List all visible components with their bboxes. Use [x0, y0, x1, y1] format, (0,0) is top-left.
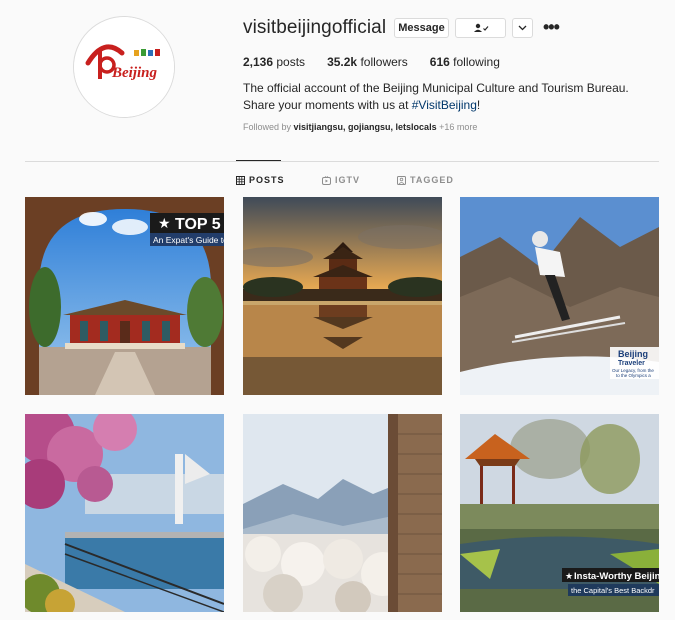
post-overlay-title: Beijing	[618, 349, 648, 359]
beijing-logo: Beijing	[74, 17, 174, 117]
post-image-skier: Beijing Traveler Our Legacy, from the to…	[460, 197, 659, 395]
followed-by-more: +16 more	[439, 122, 478, 132]
post-tile[interactable]	[243, 197, 442, 395]
following-stat[interactable]: 616 following	[430, 55, 500, 69]
bio-line-1: The official account of the Beijing Muni…	[243, 81, 629, 95]
followers-count: 35.2k	[327, 55, 358, 69]
post-overlay-subtitle: the Capital's Best Backdr	[571, 586, 655, 595]
post-image-blossoms-canal	[25, 414, 224, 612]
star-icon: ★	[565, 571, 573, 581]
tabs-divider	[25, 161, 659, 162]
following-label: following	[453, 55, 500, 69]
post-tile[interactable]	[243, 414, 442, 612]
tab-tagged[interactable]: TAGGED	[397, 175, 454, 185]
post-tile[interactable]: ★ TOP 5 An Expat's Guide to	[25, 197, 224, 395]
message-button[interactable]: Message	[394, 18, 449, 38]
post-image-great-wall	[243, 414, 442, 612]
star-icon: ★	[158, 215, 171, 231]
post-tile[interactable]: ★ Insta-Worthy Beijin the Capital's Best…	[460, 414, 659, 612]
profile-username: visitbeijingofficial	[243, 17, 387, 38]
bio-line-2-suffix: !	[476, 98, 481, 112]
posts-stat: 2,136 posts	[243, 55, 305, 69]
igtv-icon	[322, 175, 331, 185]
following-button[interactable]	[455, 18, 506, 38]
bio-line-2-prefix: Share your moments with us at	[243, 98, 412, 112]
post-image-temple-arch: ★ TOP 5 An Expat's Guide to	[25, 197, 224, 395]
active-tab-indicator	[236, 160, 281, 161]
following-count: 616	[429, 55, 450, 69]
tab-posts-label: POSTS	[249, 175, 285, 185]
more-options-icon[interactable]: •••	[543, 18, 560, 36]
post-tile[interactable]: Beijing Traveler Our Legacy, from the to…	[460, 197, 659, 395]
post-overlay-caption-2: to the Olympics a	[616, 373, 651, 378]
bio-line-2: Share your moments with us at #VisitBeij…	[243, 97, 643, 114]
tab-posts[interactable]: POSTS	[236, 175, 285, 185]
hashtag-link[interactable]: #VisitBeijing	[412, 98, 477, 112]
profile-bio: The official account of the Beijing Muni…	[243, 80, 643, 114]
logo-wordmark: Beijing	[111, 65, 158, 81]
post-image-corner-tower-sunset	[243, 197, 442, 395]
posts-count: 2,136	[243, 55, 274, 69]
tab-igtv[interactable]: IGTV	[322, 175, 360, 185]
post-overlay-subtitle: Traveler	[618, 360, 645, 367]
profile-avatar[interactable]: Beijing	[73, 16, 175, 118]
post-tile[interactable]	[25, 414, 224, 612]
posts-label: posts	[276, 55, 306, 69]
suggested-accounts-dropdown[interactable]	[512, 18, 533, 38]
followed-by[interactable]: Followed by visitjiangsu, gojiangsu, let…	[243, 122, 477, 132]
user-check-icon	[473, 23, 488, 32]
followers-label: followers	[360, 55, 408, 69]
post-overlay-title: TOP 5	[175, 216, 221, 233]
post-overlay-subtitle: An Expat's Guide to	[153, 235, 224, 245]
tab-igtv-label: IGTV	[335, 175, 361, 185]
profile-stats: 2,136 posts 35.2k followers 616 followin…	[243, 55, 522, 69]
tab-tagged-label: TAGGED	[410, 175, 454, 185]
followers-stat[interactable]: 35.2k followers	[327, 55, 408, 69]
post-overlay-title: Insta-Worthy Beijin	[574, 571, 659, 582]
grid-icon	[236, 175, 245, 185]
followed-by-prefix: Followed by	[243, 122, 294, 132]
chevron-down-icon	[518, 25, 527, 31]
tagged-icon	[397, 175, 406, 185]
post-image-pavilion-garden: ★ Insta-Worthy Beijin the Capital's Best…	[460, 414, 659, 612]
followed-by-accounts: visitjiangsu, gojiangsu, letslocals	[293, 122, 437, 132]
